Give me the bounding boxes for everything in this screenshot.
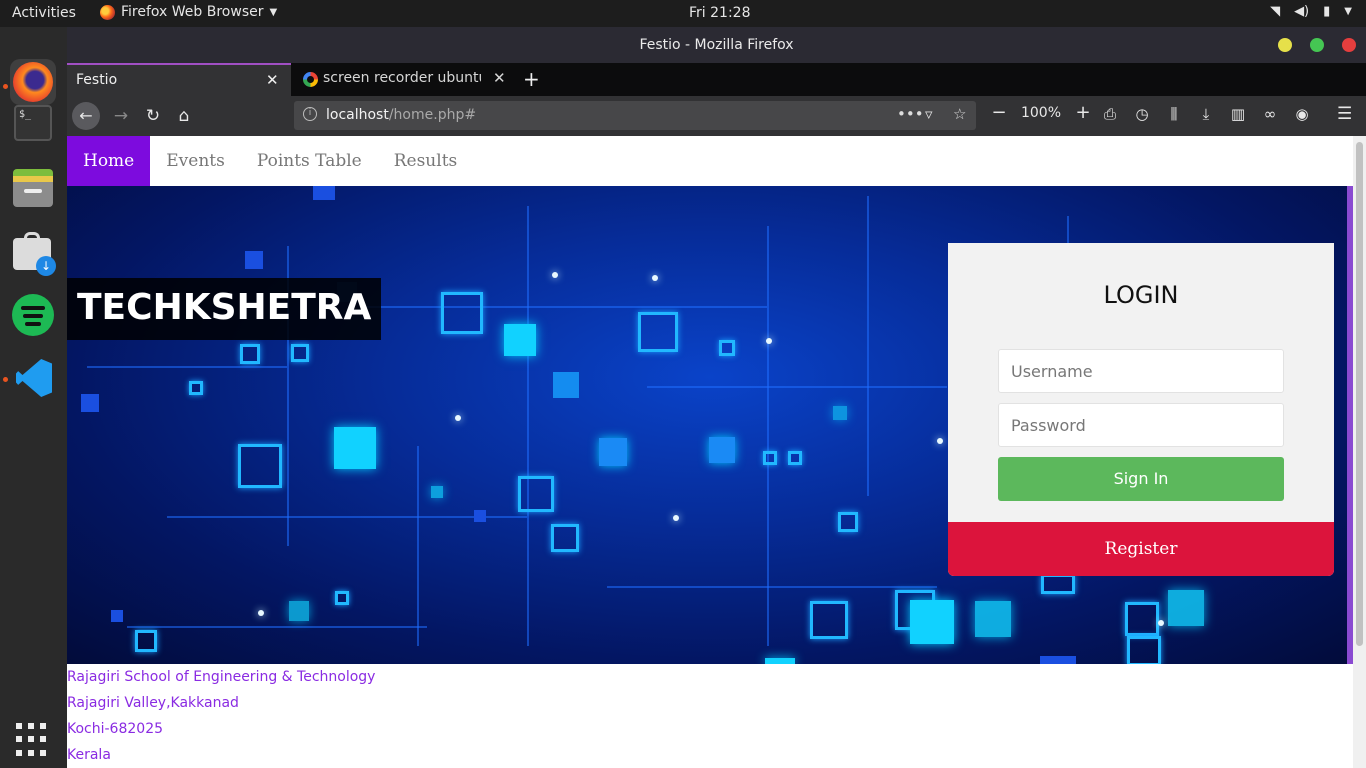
brand-title: TECHKSHETRA	[67, 278, 382, 340]
files-slot	[24, 189, 42, 193]
username-input[interactable]	[998, 349, 1284, 393]
toolbar-icons: ⎙ ◷ ⫼ ⤓ ▥ ∞ ◉	[1100, 105, 1312, 123]
system-top-bar: Activities Firefox Web Browser ▼ Fri 21:…	[0, 0, 1366, 27]
history-icon[interactable]: ◷	[1132, 105, 1152, 123]
nav-home[interactable]: Home	[67, 136, 151, 186]
sidebar-icon[interactable]: ▥	[1228, 105, 1248, 123]
maximize-button[interactable]	[1310, 38, 1324, 52]
hamburger-menu-icon[interactable]: ☰	[1337, 104, 1352, 124]
home-button[interactable]: ⌂	[170, 102, 198, 130]
url-text: localhost/home.php#	[326, 107, 476, 123]
battery-icon: ▮	[1323, 4, 1331, 19]
nav-toolbar: ← → ↻ ⌂ i localhost/home.php# ••• ▿ ☆ − …	[67, 96, 1366, 136]
close-window-button[interactable]	[1342, 38, 1356, 52]
library-icon[interactable]: ⫼	[1164, 105, 1184, 123]
hero-banner: TECHKSHETRA LOGIN Sign In Register	[67, 186, 1353, 664]
register-button[interactable]: Register	[948, 522, 1334, 576]
address-line: Kerala	[67, 747, 111, 763]
zoom-out-button[interactable]: −	[985, 102, 1013, 123]
spotify-wave	[21, 306, 45, 310]
dock-software[interactable]: ↓	[10, 230, 56, 276]
system-clock[interactable]: Fri 21:28	[689, 5, 750, 21]
bookmark-star-icon[interactable]: ☆	[953, 105, 966, 123]
system-tray[interactable]: ◥ ◀) ▮ ▼	[1270, 4, 1352, 19]
page-scrollbar[interactable]	[1353, 136, 1366, 768]
address-line: Rajagiri Valley,Kakkanad	[67, 695, 239, 711]
volume-icon: ◀)	[1294, 4, 1310, 19]
dock-files[interactable]	[10, 165, 56, 211]
dock: $_ ↓	[0, 27, 67, 768]
sign-in-button[interactable]: Sign In	[998, 457, 1284, 501]
caret-down-icon: ▼	[1344, 6, 1352, 17]
running-indicator	[3, 84, 8, 89]
dock-firefox[interactable]	[10, 59, 56, 105]
close-icon[interactable]: ✕	[493, 69, 506, 87]
scrollbar-thumb[interactable]	[1356, 142, 1363, 646]
url-path: /home.php#	[388, 107, 477, 123]
firefox-icon	[13, 62, 53, 102]
address-line: Rajagiri School of Engineering & Technol…	[67, 669, 376, 685]
zoom-in-button[interactable]: +	[1069, 102, 1097, 123]
tab-screen-recorder[interactable]: screen recorder ubuntu ✕	[291, 63, 517, 96]
window-title: Festio - Mozilla Firefox	[639, 37, 794, 53]
activities-button[interactable]: Activities	[12, 5, 76, 21]
footer-address: Rajagiri School of Engineering & Technol…	[67, 664, 667, 768]
login-panel: LOGIN Sign In Register	[948, 243, 1334, 576]
caret-down-icon: ▼	[269, 6, 278, 18]
nav-results[interactable]: Results	[378, 136, 474, 186]
print-icon[interactable]: ⎙	[1100, 105, 1120, 123]
dock-spotify[interactable]	[10, 292, 56, 338]
page-viewport: Home Events Points Table Results TECHKSH…	[67, 136, 1353, 768]
tab-strip: Festio ✕ screen recorder ubuntu ✕ +	[67, 63, 1366, 96]
account-icon[interactable]: ◉	[1292, 105, 1312, 123]
back-button[interactable]: ←	[72, 102, 100, 130]
address-line: Kochi-682025	[67, 721, 164, 737]
zoom-level[interactable]: 100%	[1013, 105, 1069, 121]
app-menu[interactable]: Firefox Web Browser ▼	[100, 4, 277, 20]
login-title: LOGIN	[1103, 281, 1179, 309]
forward-button[interactable]: →	[107, 102, 135, 130]
info-icon[interactable]: i	[303, 107, 317, 121]
site-nav: Home Events Points Table Results	[67, 136, 1353, 186]
nav-points-table[interactable]: Points Table	[241, 136, 378, 186]
terminal-icon: $_	[14, 105, 52, 141]
url-bar[interactable]: i localhost/home.php# ••• ▿ ☆	[294, 101, 976, 130]
new-tab-button[interactable]: +	[523, 67, 540, 91]
tab-label: screen recorder ubuntu	[323, 70, 481, 86]
tab-label: Festio	[76, 72, 118, 88]
private-mask-icon[interactable]: ∞	[1260, 105, 1280, 123]
wifi-icon: ◥	[1270, 4, 1281, 19]
window-title-bar: Festio - Mozilla Firefox	[67, 27, 1366, 63]
firefox-icon	[100, 4, 115, 20]
dock-vscode[interactable]	[10, 355, 56, 401]
download-icon: ↓	[36, 256, 56, 276]
spotify-wave	[23, 314, 43, 318]
close-icon[interactable]: ✕	[266, 71, 279, 89]
pocket-icon[interactable]: ▿	[925, 105, 933, 123]
apps-grid-icon	[16, 723, 50, 757]
dock-terminal[interactable]: $_	[10, 101, 56, 147]
files-icon	[13, 169, 53, 207]
page-actions-icon[interactable]: •••	[897, 105, 924, 123]
minimize-button[interactable]	[1278, 38, 1292, 52]
spotify-wave	[25, 322, 41, 326]
reload-button[interactable]: ↻	[139, 102, 167, 130]
tab-festio[interactable]: Festio ✕	[67, 63, 291, 96]
zoom-controls: − 100% +	[985, 102, 1097, 123]
nav-events[interactable]: Events	[150, 136, 241, 186]
running-indicator	[3, 377, 8, 382]
url-host: localhost	[326, 107, 389, 123]
app-menu-label: Firefox Web Browser	[121, 4, 264, 20]
google-icon	[303, 72, 318, 87]
password-input[interactable]	[998, 403, 1284, 447]
vscode-icon	[16, 359, 52, 397]
show-applications-button[interactable]	[10, 717, 56, 763]
download-icon[interactable]: ⤓	[1196, 105, 1216, 123]
